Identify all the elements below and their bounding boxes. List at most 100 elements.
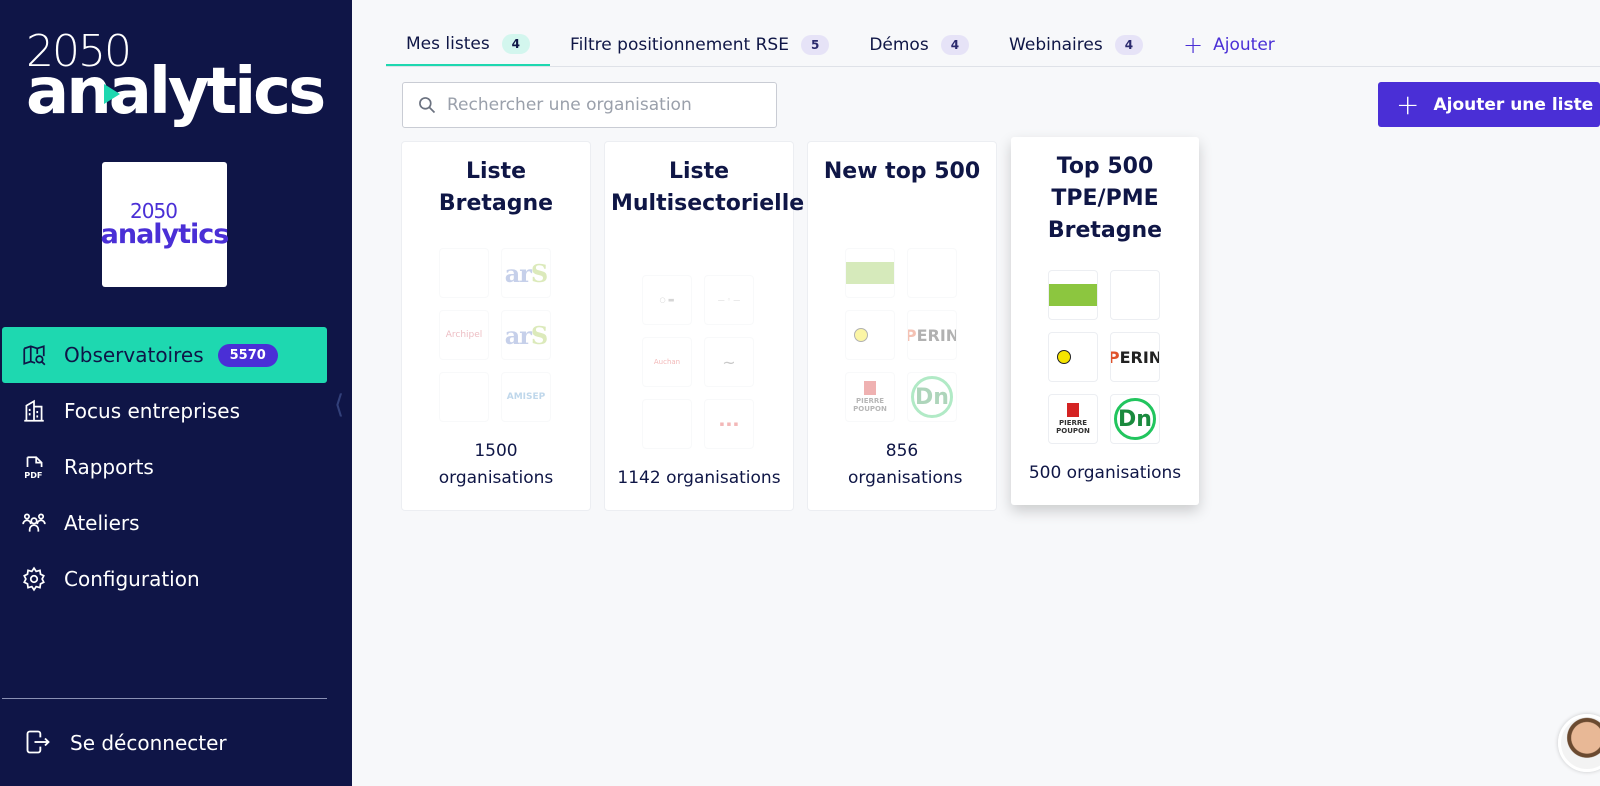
nav-label: Observatoires bbox=[64, 343, 204, 367]
svg-text:PDF: PDF bbox=[24, 470, 42, 480]
ars-logo-text: ar bbox=[504, 258, 532, 288]
tab-count-badge: 4 bbox=[1114, 35, 1144, 55]
tab-count-badge: 5 bbox=[800, 35, 830, 55]
org-logo-tile bbox=[1048, 270, 1098, 320]
org-logo-tile bbox=[845, 310, 895, 360]
tab-count-badge: 4 bbox=[940, 35, 970, 55]
org-logo-word: analytics bbox=[100, 219, 230, 250]
list-tabs: Mes listes 4 Filtre positionnement RSE 5… bbox=[386, 24, 1600, 67]
poupon-logo-text: PIERRE POUPON bbox=[853, 397, 887, 413]
logout-button[interactable]: Se déconnecter bbox=[24, 728, 227, 758]
ars-logo-s: S bbox=[530, 320, 548, 350]
org-logo-year: 2050 bbox=[130, 199, 178, 223]
plus-icon: + bbox=[1183, 31, 1204, 59]
logout-icon bbox=[24, 728, 54, 758]
org-logo-tile: arS bbox=[501, 248, 551, 298]
card-title: New top 500 bbox=[823, 159, 981, 184]
list-card-multisectorielle[interactable]: Liste Multisectorielle ○ ▬ — ◦ — Auchan … bbox=[605, 142, 805, 510]
org-logo-tile bbox=[642, 399, 692, 449]
org-logo-tile bbox=[1110, 270, 1160, 320]
perin-logo-text: ERIN bbox=[1119, 347, 1160, 367]
card-org-count: 856 organisations bbox=[848, 441, 963, 488]
org-logo-tile: ▪ ▪ ▪ bbox=[704, 399, 754, 449]
card-logo-grid: arS Archipel arS AMISEP bbox=[439, 248, 551, 422]
nav-item-rapports[interactable]: PDF Rapports bbox=[2, 439, 327, 495]
perin-logo-p: P bbox=[908, 326, 917, 345]
org-logo-tile: Auchan bbox=[642, 337, 692, 387]
add-tab-button[interactable]: + Ajouter bbox=[1163, 24, 1295, 66]
dn-logo-text: Dn bbox=[911, 376, 953, 418]
tab-webinaires[interactable]: Webinaires 4 bbox=[989, 24, 1163, 66]
nav-label: Rapports bbox=[64, 455, 154, 479]
tab-label: Mes listes bbox=[406, 34, 490, 54]
logout-label: Se déconnecter bbox=[70, 731, 227, 755]
org-logo-tile: PERIN bbox=[907, 310, 957, 360]
org-logo-tile: ~ bbox=[704, 337, 754, 387]
brand-logo[interactable]: 2050 analytics bbox=[26, 30, 326, 129]
card-org-count: 500 organisations bbox=[1028, 463, 1182, 483]
sidebar-divider bbox=[2, 698, 327, 699]
pdf-icon: PDF bbox=[20, 453, 48, 481]
card-title: Liste Bretagne bbox=[438, 159, 554, 216]
tab-label: Filtre positionnement RSE bbox=[570, 35, 789, 55]
card-logo-grid: PERIN PIERRE POUPON Dn bbox=[1048, 270, 1160, 444]
org-logo-tile: ○ ▬ bbox=[642, 275, 692, 325]
card-title: Liste Multisectorielle bbox=[611, 159, 805, 216]
auchan-logo-text: Auchan bbox=[653, 358, 681, 366]
observatoires-count-badge: 5570 bbox=[217, 343, 278, 367]
plus-icon: + bbox=[1396, 87, 1420, 121]
card-title: Top 500 TPE/PME Bretagne bbox=[1047, 154, 1163, 243]
org-logo-tile: Dn bbox=[1110, 394, 1160, 444]
add-list-label: Ajouter une liste bbox=[1433, 94, 1594, 115]
tab-demos[interactable]: Démos 4 bbox=[849, 24, 989, 66]
tab-filtre-positionnement-rse[interactable]: Filtre positionnement RSE 5 bbox=[550, 24, 849, 66]
org-logo-tile bbox=[439, 248, 489, 298]
main-nav: Observatoires 5570 Focus entreprises PDF… bbox=[2, 327, 327, 607]
org-logo-tile: Archipel bbox=[439, 310, 489, 360]
org-logo-tile: — ◦ — bbox=[704, 275, 754, 325]
org-logo-tile bbox=[907, 248, 957, 298]
nav-item-observatoires[interactable]: Observatoires 5570 bbox=[2, 327, 327, 383]
list-card-top-500-tpe-pme-bretagne[interactable]: Top 500 TPE/PME Bretagne PERIN PIERRE PO… bbox=[1011, 137, 1199, 505]
ars-logo-text: ar bbox=[504, 320, 532, 350]
tab-mes-listes[interactable]: Mes listes 4 bbox=[386, 24, 551, 66]
tab-label: Démos bbox=[869, 35, 929, 55]
amisep-logo-text: AMISEP bbox=[506, 392, 546, 402]
sidebar-collapse-chevron-icon[interactable]: ⟨ bbox=[334, 390, 344, 420]
nav-item-configuration[interactable]: Configuration bbox=[2, 551, 327, 607]
poupon-logo-text: PIERRE POUPON bbox=[1056, 419, 1090, 435]
sidebar: 2050 analytics 2050 analytics Observatoi… bbox=[0, 0, 352, 786]
org-logo-tile bbox=[439, 372, 489, 422]
dn-logo-text: Dn bbox=[1114, 398, 1156, 440]
org-logo-tile bbox=[1048, 332, 1098, 382]
gear-icon bbox=[20, 565, 48, 593]
nav-item-ateliers[interactable]: Ateliers bbox=[2, 495, 327, 551]
brand-play-icon bbox=[104, 84, 120, 104]
org-logo-tile: Dn bbox=[907, 372, 957, 422]
map-search-icon bbox=[20, 341, 48, 369]
card-org-count: 1500 organisations bbox=[438, 441, 554, 488]
search-icon bbox=[419, 97, 436, 114]
ars-logo-s: S bbox=[530, 258, 548, 288]
support-chat-avatar[interactable] bbox=[1558, 714, 1600, 772]
brand-word: analytics bbox=[26, 55, 326, 129]
users-icon bbox=[20, 509, 48, 537]
add-list-button[interactable]: + Ajouter une liste bbox=[1378, 82, 1600, 127]
tab-count-badge: 4 bbox=[501, 34, 531, 54]
add-tab-label: Ajouter bbox=[1213, 35, 1275, 55]
search-input[interactable] bbox=[447, 95, 767, 115]
nav-label: Ateliers bbox=[64, 511, 140, 535]
perin-logo-text: ERIN bbox=[916, 325, 957, 345]
perin-logo-p: P bbox=[1111, 348, 1120, 367]
card-logo-grid: ○ ▬ — ◦ — Auchan ~ ▪ ▪ ▪ bbox=[642, 275, 754, 449]
archipel-logo-text: Archipel bbox=[445, 330, 483, 340]
list-card-new-top-500[interactable]: New top 500 PERIN PIERRE POUPON Dn 856 o… bbox=[808, 142, 996, 510]
org-logo-tile: PIERRE POUPON bbox=[845, 372, 895, 422]
tab-label: Webinaires bbox=[1009, 35, 1103, 55]
nav-label: Configuration bbox=[64, 567, 200, 591]
list-card-bretagne[interactable]: Liste Bretagne arS Archipel arS AMISEP 1… bbox=[402, 142, 590, 510]
organization-search[interactable] bbox=[402, 82, 777, 128]
org-logo-tile bbox=[845, 248, 895, 298]
nav-item-focus-entreprises[interactable]: Focus entreprises bbox=[2, 383, 327, 439]
building-icon bbox=[20, 397, 48, 425]
